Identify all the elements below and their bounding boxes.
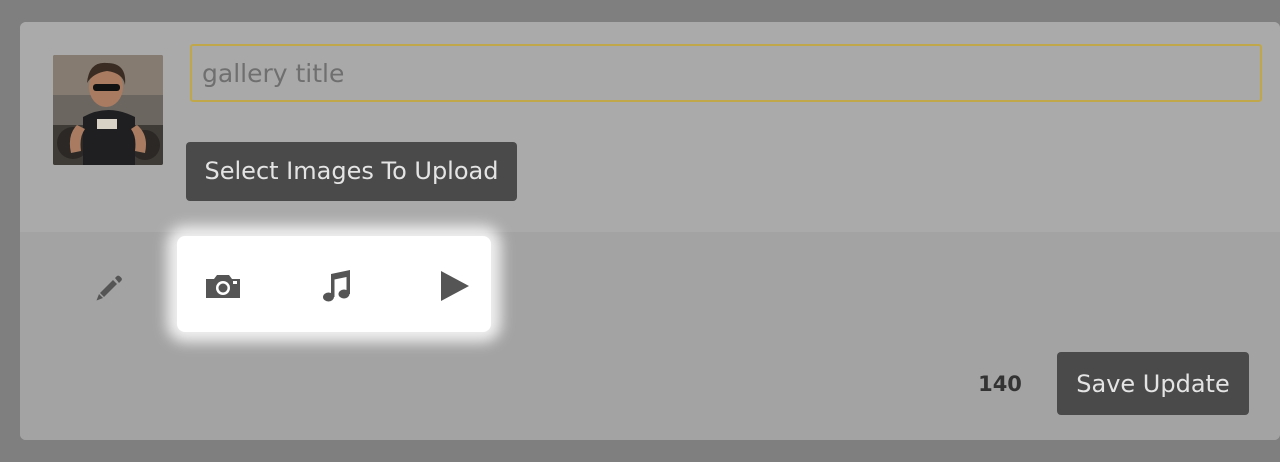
character-counter: 140 xyxy=(978,372,1022,396)
pencil-icon xyxy=(96,275,122,301)
avatar-photo xyxy=(53,55,163,165)
text-post-button[interactable] xyxy=(86,264,130,308)
play-icon xyxy=(441,271,469,301)
save-update-button[interactable]: Save Update xyxy=(1057,352,1249,415)
video-post-button[interactable] xyxy=(432,264,476,308)
user-avatar[interactable] xyxy=(53,55,163,165)
photo-post-button[interactable] xyxy=(201,264,245,308)
audio-post-button[interactable] xyxy=(315,264,359,308)
camera-icon xyxy=(206,275,240,298)
music-note-icon xyxy=(323,270,350,302)
gallery-title-input[interactable] xyxy=(190,44,1262,102)
select-images-tooltip: Select Images To Upload xyxy=(186,142,517,201)
